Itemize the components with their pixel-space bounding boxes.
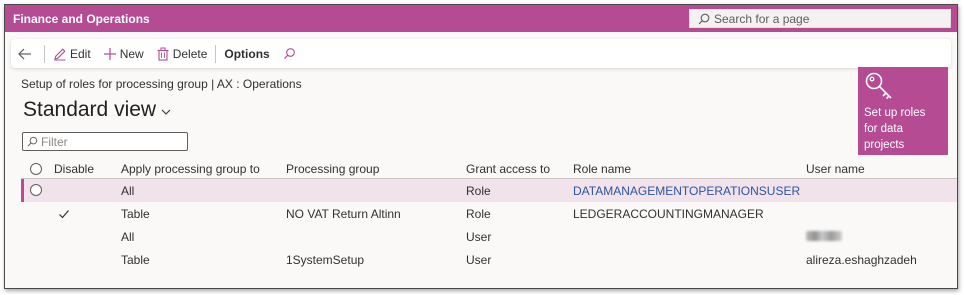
breadcrumb: Setup of roles for processing group | AX… [21,77,302,91]
back-button[interactable] [11,39,42,68]
trash-icon [157,47,169,61]
cell-role[interactable]: LEDGERACCOUNTINGMANAGER [573,207,764,221]
page-search-box[interactable] [689,9,951,28]
filter-input[interactable] [41,134,181,149]
plus-icon [103,47,116,60]
app-window: Finance and Operations Edit [4,4,958,289]
cell-apply[interactable]: Table [121,253,150,267]
column-header-apply[interactable]: Apply processing group to [121,162,260,176]
page-search-input[interactable] [714,11,934,26]
column-header-processing-group[interactable]: Processing group [286,162,379,176]
action-separator [215,44,217,63]
action-search-button[interactable] [276,39,305,68]
view-selector[interactable]: Standard view [23,98,172,122]
redacted-name-blur [806,231,842,241]
edit-button[interactable]: Edit [47,39,97,68]
search-icon [283,47,295,59]
column-header-grant[interactable]: Grant access to [466,162,550,176]
checkmark-icon[interactable] [58,208,70,220]
cell-processing-group[interactable]: NO VAT Return Altinn [286,207,401,221]
cell-user[interactable]: alireza.eshaghzadeh [806,253,917,267]
column-header-role[interactable]: Role name [573,162,631,176]
row-select-radio[interactable] [30,184,42,196]
cell-apply[interactable]: All [121,230,134,244]
key-icon [865,72,892,100]
tile-label-line2: for data [864,123,903,135]
new-button[interactable]: New [97,39,150,68]
delete-button[interactable]: Delete [150,39,214,68]
app-title[interactable]: Finance and Operations [13,12,150,26]
chevron-down-icon [161,109,171,115]
tile-label-line3: projects [864,139,905,151]
action-pane: Edit New Delete Options [11,39,951,68]
delete-label: Delete [172,46,208,61]
cell-grant[interactable]: Role [466,207,491,221]
cell-apply[interactable]: All [121,184,134,198]
search-icon [698,13,710,24]
column-header-disable[interactable]: Disable [54,162,94,176]
column-header-user[interactable]: User name [806,162,865,176]
cell-processing-group[interactable]: 1SystemSetup [286,253,364,267]
back-arrow-icon [18,48,31,59]
new-label: New [119,46,144,61]
grid-header: Disable Apply processing group to Proces… [21,159,957,179]
cell-grant[interactable]: Role [466,184,491,198]
roles-grid: Disable Apply processing group to Proces… [21,159,957,271]
table-row[interactable]: Table 1SystemSetup User alireza.eshaghza… [21,248,957,271]
table-row[interactable]: Table NO VAT Return Altinn Role LEDGERAC… [21,202,957,225]
cell-user-redacted[interactable] [806,230,842,244]
pencil-icon [54,47,66,60]
select-all-radio[interactable] [30,163,42,175]
filter-search-icon [27,136,38,147]
cell-grant[interactable]: User [466,230,491,244]
options-tab[interactable]: Options [218,39,275,68]
table-row[interactable]: All User [21,225,957,248]
table-row[interactable]: All Role DATAMANAGEMENTOPERATIONSUSER [21,179,957,202]
filter-box[interactable] [22,132,188,151]
tile-label-line1: Set up roles [864,107,926,119]
cell-grant[interactable]: User [466,253,491,267]
view-title: Standard view [23,98,157,121]
edit-label: Edit [70,46,91,61]
action-separator [44,44,45,63]
cell-role[interactable]: DATAMANAGEMENTOPERATIONSUSER [573,184,800,198]
cell-apply[interactable]: Table [121,207,150,221]
top-bar: Finance and Operations [5,5,957,32]
setup-roles-tile[interactable]: Set up roles for data projects [858,67,948,155]
